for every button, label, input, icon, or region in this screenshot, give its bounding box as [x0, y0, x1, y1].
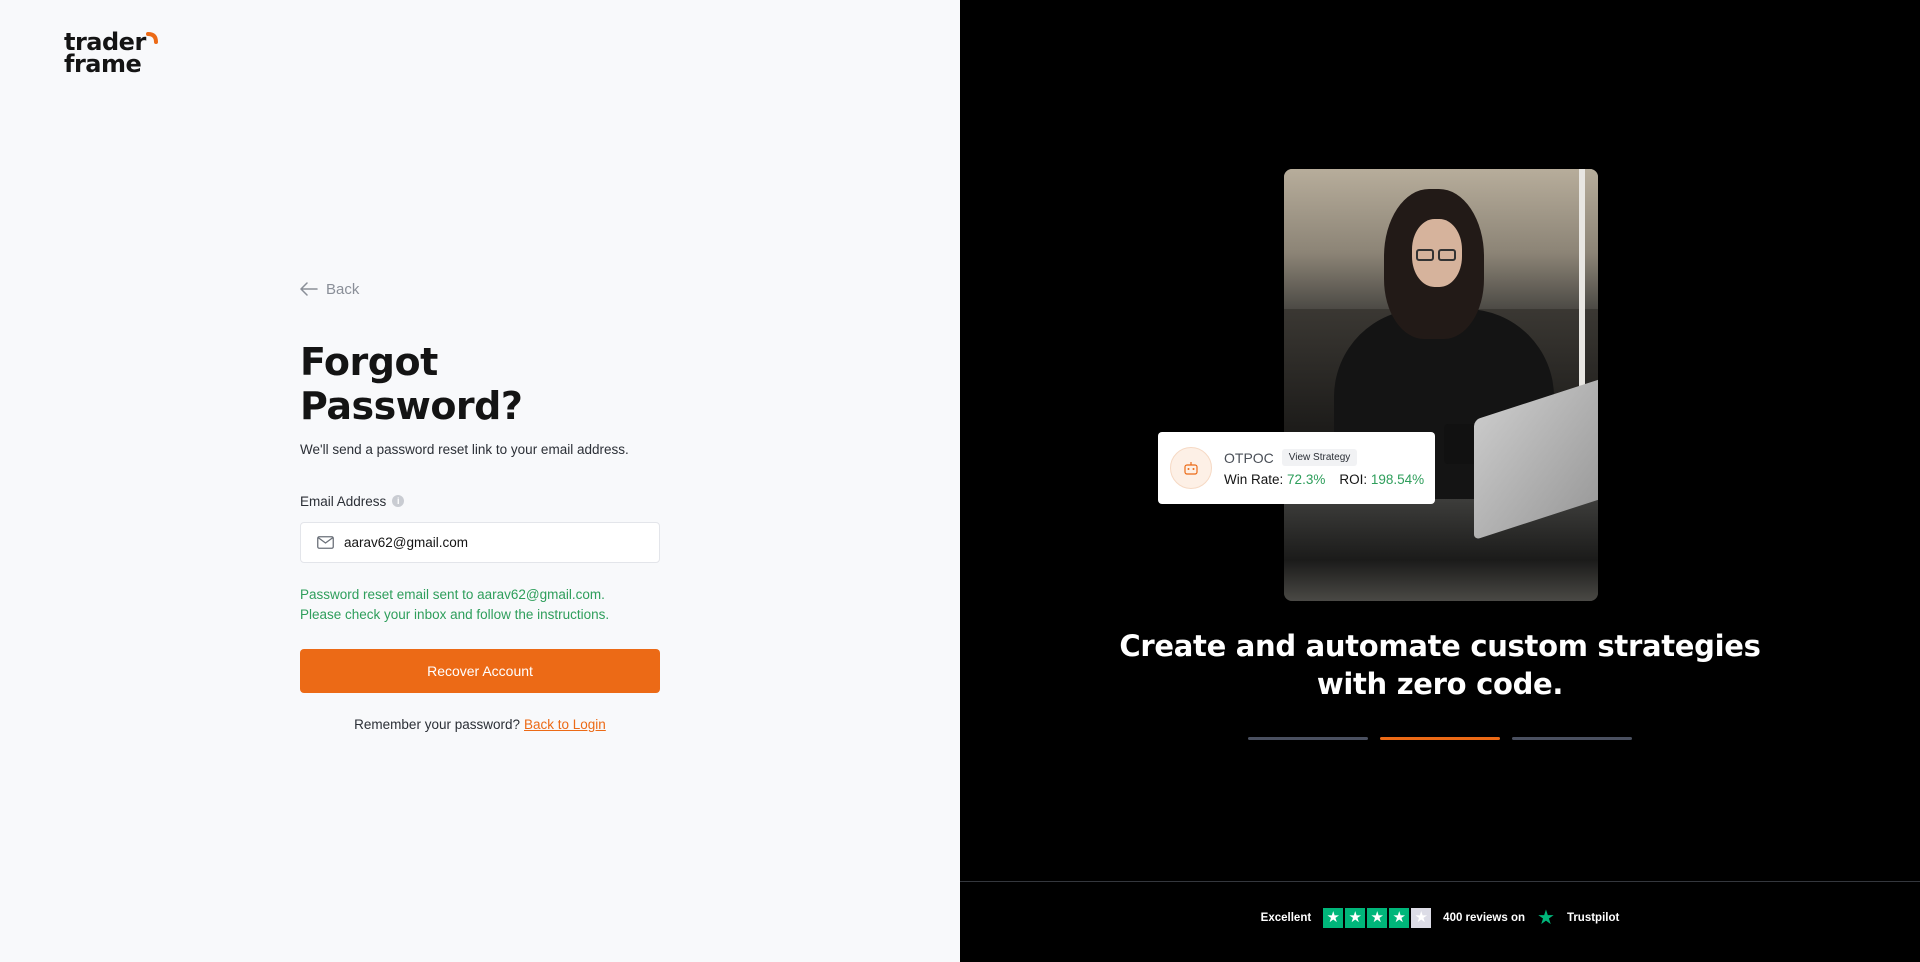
trustpilot-bar[interactable]: Excellent ★ ★ ★ ★ ★ 400 reviews on ★ Tru… — [960, 907, 1920, 929]
carousel-dot-2[interactable] — [1380, 737, 1500, 740]
rating-stars: ★ ★ ★ ★ ★ — [1323, 908, 1432, 928]
reviews-text: 400 reviews on — [1443, 912, 1525, 924]
success-line-1: Password reset email sent to aarav62@gma… — [300, 587, 605, 602]
back-to-login-link[interactable]: Back to Login — [524, 717, 606, 732]
traderframe-logo[interactable]: trader frame — [64, 30, 164, 79]
forgot-password-form: Back Forgot Password? We'll send a passw… — [300, 278, 660, 732]
logo-accent-icon — [146, 32, 158, 44]
win-rate-stat: Win Rate: 72.3% — [1224, 472, 1326, 487]
footer-divider — [960, 881, 1920, 882]
carousel-indicators — [1248, 737, 1632, 740]
promo-headline: Create and automate custom strategies wi… — [1060, 627, 1820, 703]
trustpilot-star-icon: ★ — [1537, 907, 1555, 929]
page-subtitle: We'll send a password reset link to your… — [300, 442, 629, 457]
trustpilot-brand: Trustpilot — [1566, 912, 1620, 924]
email-label-row: Email Address i — [300, 492, 660, 510]
star-icon: ★ — [1411, 908, 1432, 928]
promo-photo — [1284, 169, 1598, 601]
success-message: Password reset email sent to aarav62@gma… — [300, 585, 660, 625]
recover-account-button[interactable]: Recover Account — [300, 649, 660, 693]
email-input[interactable] — [344, 535, 644, 550]
success-line-2: Please check your inbox and follow the i… — [300, 607, 610, 622]
back-label: Back — [326, 280, 360, 298]
remember-password-row: Remember your password? Back to Login — [300, 717, 660, 732]
bot-icon — [1170, 447, 1212, 489]
remember-text: Remember your password? — [354, 717, 520, 732]
carousel-dot-1[interactable] — [1248, 737, 1368, 740]
back-link[interactable]: Back — [300, 278, 380, 300]
arrow-left-icon — [300, 282, 318, 296]
email-label: Email Address — [300, 493, 387, 509]
roi-stat: ROI: 198.54% — [1339, 472, 1425, 487]
star-icon: ★ — [1367, 908, 1388, 928]
star-icon: ★ — [1345, 908, 1366, 928]
star-icon: ★ — [1389, 908, 1410, 928]
logo-text-line2: frame — [64, 50, 142, 78]
star-icon: ★ — [1323, 908, 1344, 928]
headline-line-1: Create and automate custom strategies — [1119, 629, 1761, 663]
promo-panel: OTPOC View Strategy Win Rate: 72.3% ROI:… — [960, 0, 1920, 962]
headline-line-2: with zero code. — [1316, 667, 1564, 701]
mail-icon — [317, 536, 334, 549]
strategy-card: OTPOC View Strategy Win Rate: 72.3% ROI:… — [1158, 432, 1435, 504]
email-field[interactable] — [300, 522, 660, 563]
auth-panel: trader frame Back Forgot Password? We'll… — [0, 0, 960, 962]
rating-label: Excellent — [1260, 912, 1312, 924]
win-rate-value: 72.3% — [1287, 472, 1326, 487]
roi-value: 198.54% — [1370, 472, 1425, 487]
carousel-dot-3[interactable] — [1512, 737, 1632, 740]
strategy-name: OTPOC — [1224, 449, 1274, 466]
info-icon[interactable]: i — [392, 495, 405, 507]
view-strategy-button[interactable]: View Strategy — [1281, 449, 1358, 466]
strategy-info: OTPOC View Strategy Win Rate: 72.3% ROI:… — [1224, 449, 1424, 487]
page-title: Forgot Password? — [300, 340, 523, 428]
